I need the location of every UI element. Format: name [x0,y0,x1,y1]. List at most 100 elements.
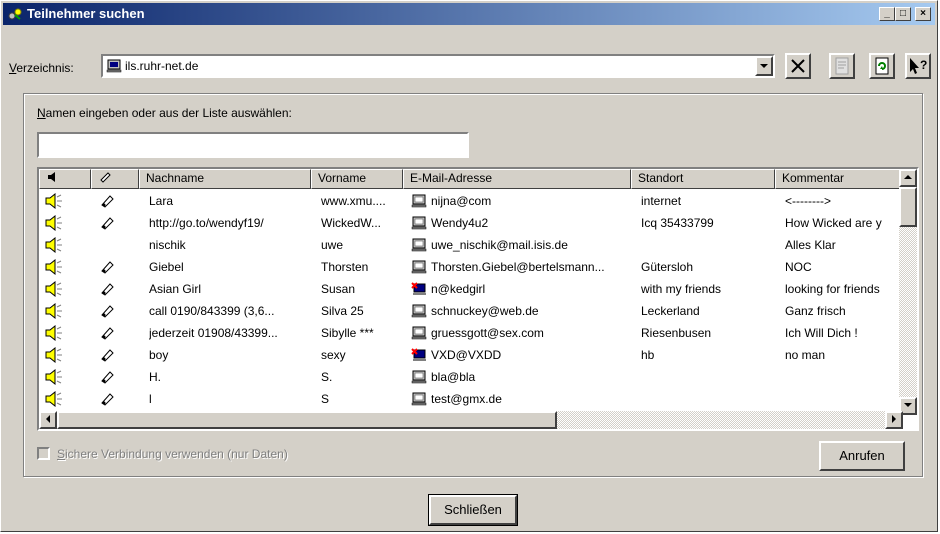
properties-button[interactable] [829,53,855,79]
cell-last: Lara [149,194,174,208]
cell-email: uwe_nischik@mail.isis.de [431,238,568,252]
chevron-up-icon [904,175,912,179]
cell-loc: hb [641,348,655,362]
refresh-button[interactable] [869,53,895,79]
audio-cell [45,369,63,388]
minimize-button[interactable]: _ [879,7,895,21]
cell-first: WickedW... [321,216,382,230]
table-row[interactable]: Lara www.xmu.... nijna@com internet <-------… [39,191,899,213]
scroll-right-button[interactable] [885,411,903,429]
table-row[interactable]: http://go.to/wendyf19/WickedW... Wendy4u2… [39,213,899,235]
column-header-audio[interactable] [39,169,91,189]
secure-connection-checkbox[interactable] [37,447,50,460]
cell-comment: no man [785,348,826,362]
close-dialog-button[interactable]: Schließen [428,494,518,526]
directory-combobox[interactable]: ils.ruhr-net.de [101,54,775,78]
vertical-scrollbar[interactable] [899,169,917,415]
table-row[interactable]: H. S. bla@bla [39,367,899,389]
close-button[interactable]: × [915,7,931,21]
chevron-right-icon [892,415,896,423]
email-icon-cell [411,370,427,387]
cell-email: bla@bla [431,370,476,384]
camera-icon [100,172,111,183]
title-bar[interactable]: Teilnehmer suchen _ □ × [3,3,935,25]
x-icon [791,59,805,73]
delete-button[interactable] [785,53,811,79]
table-row[interactable]: boy sexy VXD@VXDD hb no man [39,345,899,367]
vertical-scroll-thumb[interactable] [899,187,917,227]
cell-last: nischik [149,238,186,252]
table-row[interactable]: jederzeit 01908/43399... Sibylle *** grues… [39,323,899,345]
computer-icon [411,216,427,230]
name-search-input[interactable] [37,132,469,158]
video-cell [99,325,115,344]
directory-dropdown-button[interactable] [755,56,773,76]
column-header-location[interactable]: Standort [631,169,775,189]
cell-email: gruessgott@sex.com [431,326,544,340]
cell-comment: Ich Will Dich ! [785,326,858,340]
video-cell [99,281,115,300]
secure-label-text: ichere Verbindung verwenden (nur Daten) [65,447,288,461]
speaker-icon [45,215,62,232]
properties-icon [835,57,849,75]
computer-icon [411,392,427,406]
cell-email: Thorsten.Giebel@bertelsmann... [431,260,605,274]
table-row[interactable]: Giebel Thorsten Thorsten.Giebel@bertelsman… [39,257,899,279]
cell-last: l [149,392,152,406]
camera-icon [101,283,114,296]
help-button[interactable]: ? [905,53,931,79]
cell-email: schnuckey@web.de [431,304,539,318]
speaker-icon [45,237,62,254]
camera-icon [101,371,114,384]
cell-comment: How Wicked are y [785,216,882,230]
column-header-lastname[interactable]: Nachname [139,169,311,189]
call-button[interactable]: Anrufen [819,441,905,471]
secure-label-accel: S [57,447,66,461]
minimize-icon: _ [884,8,890,19]
table-row[interactable]: Asian Girl Susan n@kedgirl with my friends l… [39,279,899,301]
cell-loc: Leckerland [641,304,700,318]
camera-icon [101,217,114,230]
cell-first: S [321,392,330,406]
cell-email: VXD@VXDD [431,348,502,362]
cell-last: boy [149,348,169,362]
maximize-button[interactable]: □ [895,7,911,21]
cell-first: uwe [321,238,344,252]
column-header-comment[interactable]: Kommentar [775,169,903,189]
speaker-icon [45,369,62,386]
participant-list[interactable]: Nachname Vorname E-Mail-Adresse Standort… [37,167,919,431]
computer-icon [411,326,427,340]
computer-icon [411,304,427,318]
audio-cell [45,193,63,212]
horizontal-scroll-thumb[interactable] [57,411,557,429]
table-row[interactable]: call 0190/843399 (3,6... Silva 25 schnucke… [39,301,899,323]
video-cell [99,193,115,212]
cell-last: call 0190/843399 (3,6... [149,304,275,318]
table-row[interactable]: nischik uwe uwe_nischik@mail.isis.de Alles … [39,235,899,257]
search-prompt: Namen eingeben oder aus der Liste auswäh… [37,106,292,120]
scroll-left-button[interactable] [39,411,57,429]
busy-computer-icon [411,348,426,361]
camera-icon [101,305,114,318]
audio-cell [45,347,63,366]
table-row[interactable]: l Stest@gmx.de [39,389,899,411]
email-icon-cell [411,260,427,277]
column-header-email[interactable]: E-Mail-Adresse [403,169,631,189]
audio-cell [45,325,63,344]
maximize-icon: □ [899,8,907,19]
column-header-video[interactable] [91,169,139,189]
email-icon-cell [411,304,427,321]
email-icon-cell [411,194,427,211]
horizontal-scrollbar[interactable] [39,411,903,429]
cell-last: jederzeit 01908/43399... [149,326,278,340]
scroll-up-button[interactable] [899,169,917,187]
directory-value: ils.ruhr-net.de [125,59,199,73]
search-prompt-text: amen eingeben oder aus der Liste auswähl… [45,106,292,120]
column-header-firstname[interactable]: Vorname [311,169,403,189]
camera-icon [101,195,114,208]
camera-icon [101,393,114,406]
email-icon-cell [411,216,427,233]
speaker-icon [45,193,62,210]
chevron-down-icon [760,64,768,68]
cell-email: test@gmx.de [431,392,502,406]
